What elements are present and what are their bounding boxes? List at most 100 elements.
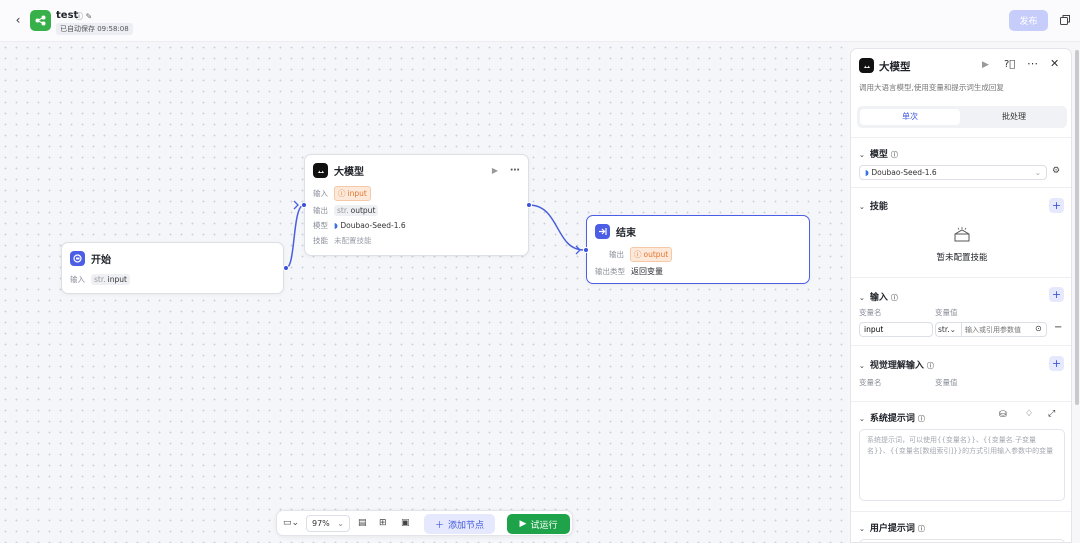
user-prompt-section: ⌄ 用户提示词 ⓘ <box>851 511 1071 542</box>
vision-input-section: ⌄ 视觉理解输入 ⓘ + 变量名 变量值 <box>851 345 1071 397</box>
remove-input-icon[interactable]: − <box>1054 322 1062 333</box>
input-section: ⌄ 输入ⓘ + 变量名 变量值 str.⌄ ⊙ − <box>851 277 1071 345</box>
settings-icon[interactable]: ⚙ <box>1052 166 1060 176</box>
system-prompt-section: ⌄ 系统提示词 ⓘ ⛁ ♢ ⤢ 系统提示词，可以使用{{变量名}}、{{变量名.子变… <box>851 401 1071 516</box>
edge-start-llm <box>285 204 305 269</box>
start-input-key: 输入 <box>70 275 85 284</box>
llm-model-icon <box>313 163 328 178</box>
llm-input-key: 输入 <box>313 189 328 198</box>
start-node[interactable]: 开始 输入 str. input <box>61 242 284 294</box>
end-output-tag: ⓘ output <box>630 247 673 262</box>
start-input-tag: str. input <box>91 274 130 285</box>
skills-empty-text: 暂未配置技能 <box>936 253 988 263</box>
panel-description: 调用大语言模型,使用变量和提示词生成回复 <box>859 83 1004 92</box>
chevron-down-icon: ⌄ <box>949 325 956 334</box>
end-output-type-key: 输出类型 <box>595 267 625 276</box>
ai-optimize-icon[interactable]: ♢ <box>1025 409 1033 419</box>
play-icon: ▶ <box>519 519 527 529</box>
publish-button[interactable]: 发布 <box>1009 10 1048 31</box>
var-name-header: 变量名 <box>859 308 882 317</box>
expand-icon[interactable]: ⤢ <box>1048 409 1055 419</box>
panel-more-icon[interactable]: ⋯ <box>1027 57 1038 70</box>
user-prompt-title: 用户提示词 <box>869 524 915 534</box>
run-node-icon[interactable]: ▶ <box>492 166 498 175</box>
minimap-icon[interactable]: ▣ <box>401 518 410 528</box>
layout-icon[interactable]: ▭⌄ <box>283 518 299 528</box>
collapse-icon: ⌄ <box>859 294 865 302</box>
input-var-type-select[interactable]: str.⌄ <box>935 322 962 337</box>
end-input-port[interactable] <box>583 247 589 253</box>
llm-output-key: 输出 <box>313 206 328 215</box>
mode-tabs: 单次 批处理 <box>857 106 1067 128</box>
llm-skill-key: 技能 <box>313 236 328 245</box>
llm-output-port[interactable] <box>526 202 532 208</box>
empty-box-icon <box>954 227 970 242</box>
arrow-llm <box>293 200 299 210</box>
tab-single[interactable]: 单次 <box>860 109 960 125</box>
test-run-button[interactable]: ▶ 试运行 <box>507 514 570 534</box>
collapse-icon: ⌄ <box>859 151 865 159</box>
llm-node-title: 大模型 <box>334 167 364 178</box>
doubao-icon: ◗ <box>334 221 338 230</box>
zoom-select[interactable]: 97% ⌄ <box>306 515 350 532</box>
input-section-title: 输入 <box>869 293 888 303</box>
end-output-key: 输出 <box>609 250 624 259</box>
variable-reference-icon[interactable]: ⊙ <box>1035 324 1042 333</box>
collapse-icon: ⌄ <box>859 362 865 370</box>
collapse-icon: ⌄ <box>859 203 865 211</box>
end-node-title: 结束 <box>616 228 636 239</box>
collapse-icon: ⌄ <box>859 415 865 423</box>
end-output-type-value: 返回变量 <box>631 267 663 276</box>
add-vision-input-button[interactable]: + <box>1049 356 1064 371</box>
node-config-panel: 大模型 ▶ ?⃝ ⋯ ✕ 调用大语言模型,使用变量和提示词生成回复 单次 批处理… <box>850 48 1072 543</box>
start-node-title: 开始 <box>91 255 111 266</box>
chevron-down-icon: ⌄ <box>1034 168 1041 177</box>
close-icon[interactable]: ✕ <box>1050 57 1059 70</box>
model-section-title: 模型 <box>869 150 888 160</box>
llm-skill-value: 未配置技能 <box>334 236 372 245</box>
add-skill-button[interactable]: + <box>1049 198 1064 213</box>
llm-output-tag: str. output <box>334 205 379 216</box>
vision-var-name-header: 变量名 <box>859 378 882 387</box>
llm-input-tag: ⓘ input <box>334 186 371 201</box>
prompt-library-icon[interactable]: ⛁ <box>999 410 1007 420</box>
model-section: ⌄ 模型 ⓘ ◗ Doubao-Seed-1.6 ⌄ ⚙ <box>851 137 1071 187</box>
system-prompt-title: 系统提示词 <box>869 414 915 424</box>
info-icon: ⓘ <box>890 294 898 302</box>
start-icon <box>70 251 85 266</box>
panel-scrollbar[interactable] <box>1075 50 1079 405</box>
help-icon[interactable]: ?⃝ <box>1004 59 1015 70</box>
panel-title: 大模型 <box>879 61 911 73</box>
info-icon: ⓘ <box>917 415 925 423</box>
more-icon[interactable]: ⋯ <box>510 165 520 176</box>
llm-model-value: Doubao-Seed-1.6 <box>340 221 406 230</box>
plus-icon: ＋ <box>434 520 444 531</box>
comment-icon[interactable]: ▤ <box>358 518 367 528</box>
llm-model-key: 模型 <box>313 221 328 230</box>
tab-batch[interactable]: 批处理 <box>964 109 1064 125</box>
canvas-toolbar: ▭⌄ 97% ⌄ ▤ ⊞ ▣ ＋添加节点 ▶ 试运行 <box>276 510 573 536</box>
skills-section: ⌄ 技能 + 暂未配置技能 <box>851 187 1071 277</box>
vision-section-title: 视觉理解输入 <box>869 361 924 371</box>
skills-section-title: 技能 <box>869 202 888 212</box>
var-value-header: 变量值 <box>935 308 958 317</box>
start-output-port[interactable] <box>283 265 289 271</box>
input-var-name-field[interactable] <box>859 322 933 337</box>
llm-node[interactable]: 大模型 ▶ ⋯ 输入 ⓘ input 输出 str. output 模型 ◗ Dou… <box>304 154 529 256</box>
user-prompt-textarea[interactable] <box>859 539 1065 542</box>
doubao-icon: ◗ <box>865 168 869 177</box>
grid-icon[interactable]: ⊞ <box>379 518 387 528</box>
info-icon: ⓘ <box>917 525 925 533</box>
system-prompt-textarea[interactable]: 系统提示词，可以使用{{变量名}}、{{变量名.子变量名}}、{{变量名[数组索… <box>859 429 1065 501</box>
window-icon[interactable] <box>1059 14 1071 26</box>
add-input-button[interactable]: + <box>1049 287 1064 302</box>
add-node-button[interactable]: ＋添加节点 <box>424 514 495 534</box>
vision-var-value-header: 变量值 <box>935 378 958 387</box>
end-node[interactable]: 结束 输出 ⓘ output 输出类型 返回变量 <box>586 215 810 284</box>
panel-run-icon[interactable]: ▶ <box>982 60 989 70</box>
info-icon: ⓘ <box>890 151 898 159</box>
llm-input-port[interactable] <box>301 202 307 208</box>
collapse-icon: ⌄ <box>859 525 865 533</box>
end-icon <box>595 224 610 239</box>
model-select[interactable]: ◗ Doubao-Seed-1.6 ⌄ <box>859 165 1047 180</box>
